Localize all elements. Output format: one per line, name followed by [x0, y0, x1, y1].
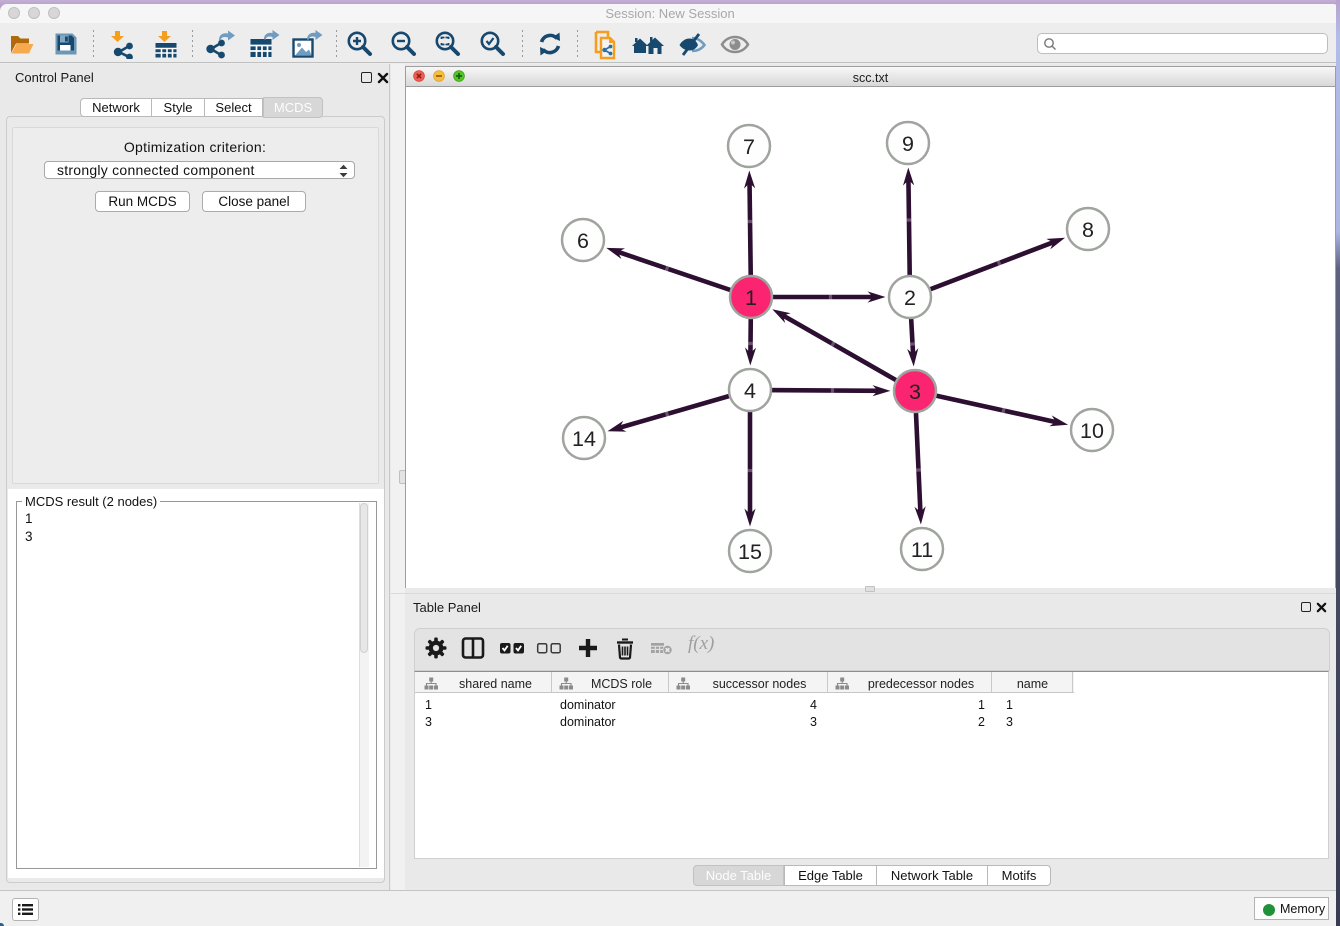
svg-text:10: 10 [1080, 419, 1104, 443]
svg-text:6: 6 [577, 229, 589, 253]
svg-text:9: 9 [902, 132, 914, 156]
svg-text:11: 11 [911, 538, 933, 562]
svg-text:2: 2 [904, 286, 916, 310]
svg-text:14: 14 [572, 427, 596, 451]
svg-text:15: 15 [738, 540, 762, 564]
svg-text:7: 7 [743, 135, 755, 159]
svg-text:8: 8 [1082, 218, 1094, 242]
svg-text:1: 1 [745, 286, 757, 310]
svg-text:3: 3 [909, 380, 921, 404]
svg-text:4: 4 [744, 379, 756, 403]
